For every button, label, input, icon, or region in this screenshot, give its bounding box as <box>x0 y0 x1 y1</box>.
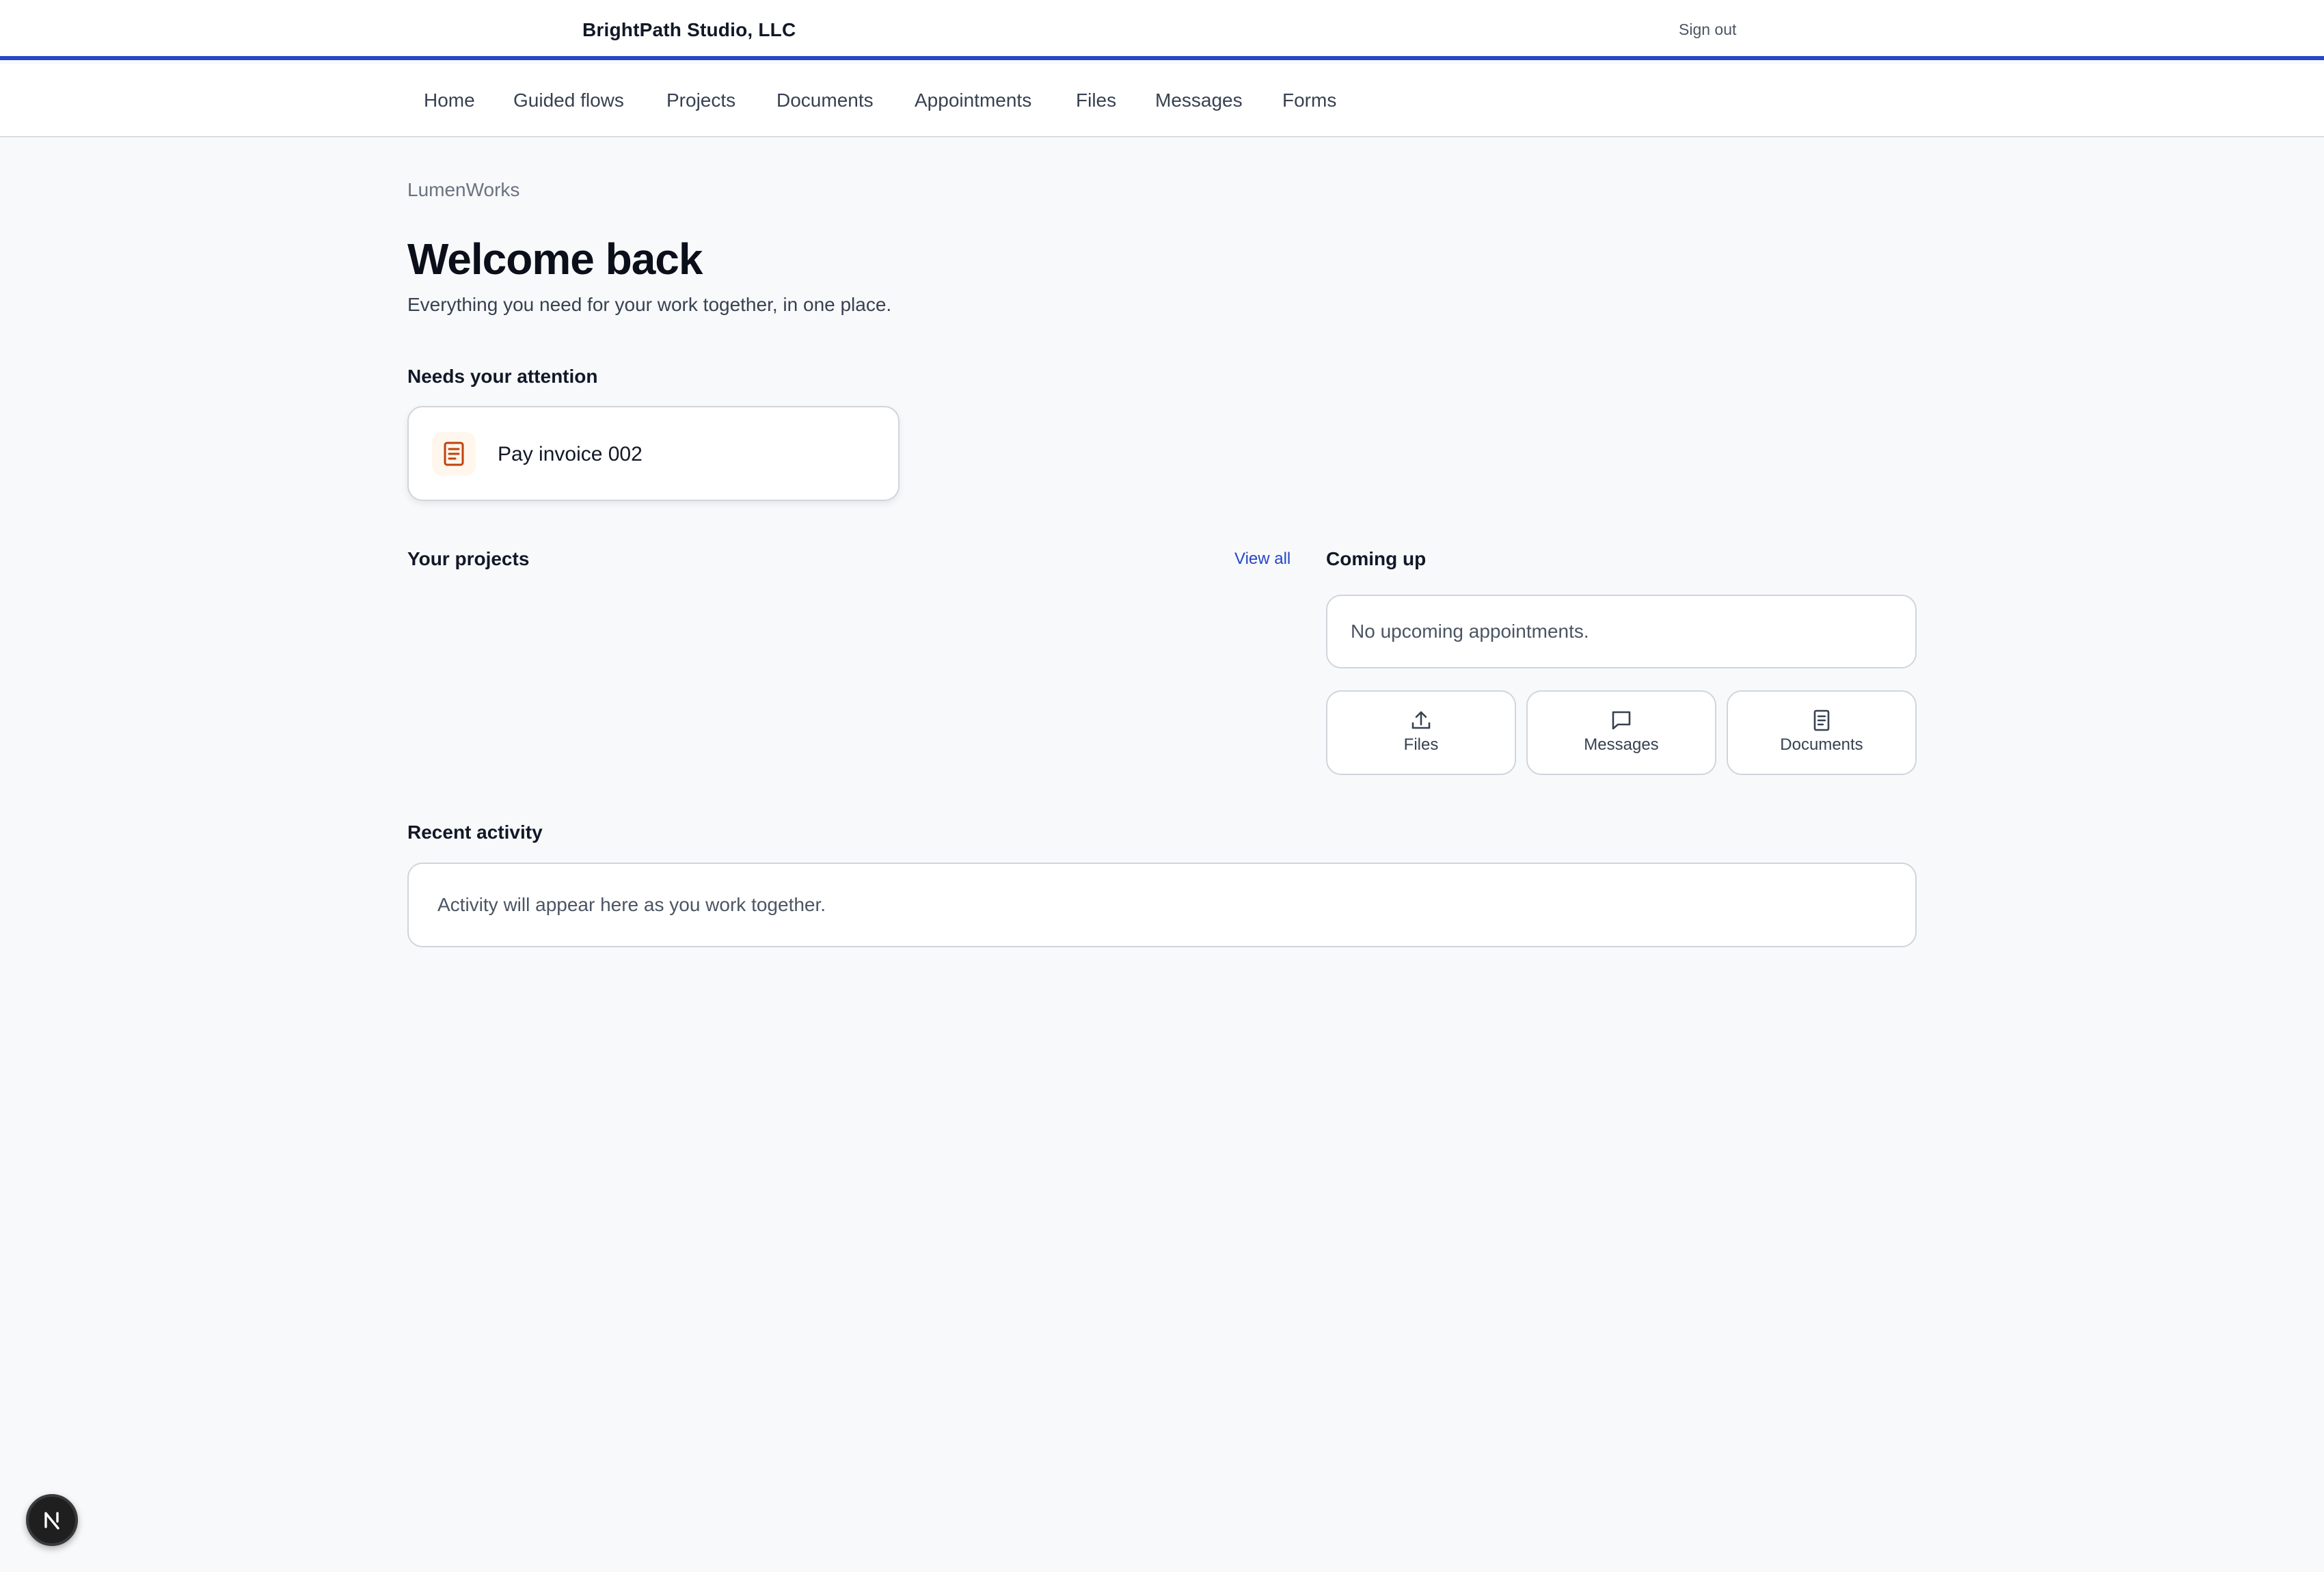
quick-link-label: Messages <box>1584 735 1659 754</box>
message-icon <box>1612 711 1631 730</box>
main-nav: Home Guided flows Projects Documents App… <box>0 64 2324 137</box>
quick-link-label: Documents <box>1780 735 1863 754</box>
nav-item-projects[interactable]: Projects <box>666 90 735 111</box>
nav-item-guided-flows[interactable]: Guided flows <box>513 90 624 111</box>
coming-up-heading: Coming up <box>1326 548 1427 569</box>
attention-heading: Needs your attention <box>407 366 598 387</box>
nav-item-home[interactable]: Home <box>424 90 475 111</box>
activity-heading: Recent activity <box>407 822 543 843</box>
nav-item-files[interactable]: Files <box>1076 90 1116 111</box>
page-subtitle: Everything you need for your work togeth… <box>407 294 892 315</box>
nav-item-messages[interactable]: Messages <box>1155 90 1243 111</box>
projects-heading: Your projects <box>407 548 530 569</box>
next-logo-icon[interactable] <box>26 1494 78 1546</box>
attention-item-label: Pay invoice 002 <box>498 443 643 465</box>
attention-card-pay-invoice[interactable]: Pay invoice 002 <box>407 406 900 501</box>
appointments-empty-card: No upcoming appointments. <box>1326 595 1917 668</box>
nav-item-forms[interactable]: Forms <box>1282 90 1336 111</box>
quick-link-files[interactable]: Files <box>1326 690 1516 775</box>
receipt-icon <box>432 432 476 476</box>
appointments-empty-text: No upcoming appointments. <box>1351 621 1589 642</box>
view-all-projects-link[interactable]: View all <box>1234 550 1291 569</box>
quick-link-messages[interactable]: Messages <box>1526 690 1716 775</box>
nav-item-appointments[interactable]: Appointments <box>915 90 1031 111</box>
document-icon <box>1813 709 1830 731</box>
upload-icon <box>1411 711 1431 729</box>
nav-item-documents[interactable]: Documents <box>776 90 874 111</box>
brand-name[interactable]: BrightPath Studio, LLC <box>582 19 796 41</box>
page-title: Welcome back <box>407 234 703 284</box>
quick-link-label: Files <box>1403 735 1439 754</box>
breadcrumb[interactable]: LumenWorks <box>407 179 519 201</box>
activity-empty-card: Activity will appear here as you work to… <box>407 863 1917 947</box>
top-bar: BrightPath Studio, LLC Sign out <box>0 0 2324 60</box>
sign-out-button[interactable]: Sign out <box>1679 21 1736 39</box>
quick-link-documents[interactable]: Documents <box>1727 690 1917 775</box>
activity-empty-text: Activity will appear here as you work to… <box>437 894 826 915</box>
